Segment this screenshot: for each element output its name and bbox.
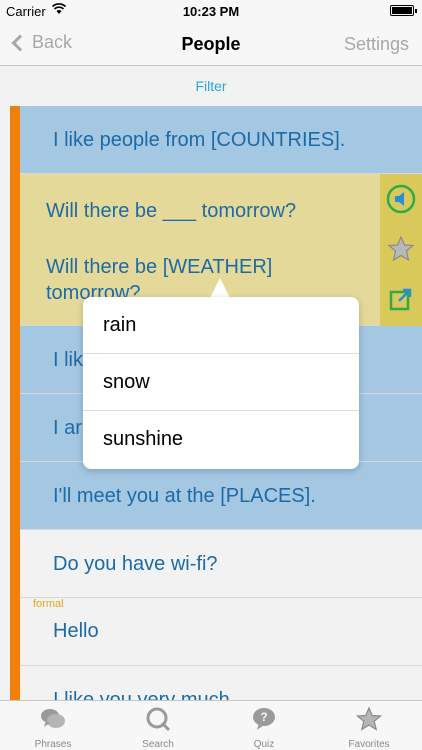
category-stripe — [10, 106, 20, 700]
tab-label: Favorites — [348, 739, 390, 750]
svg-text:?: ? — [260, 710, 267, 724]
status-time: 10:23 PM — [182, 4, 240, 19]
phrase-text: I like you very much. — [53, 689, 236, 700]
phrase-row[interactable]: formal Hello — [20, 598, 422, 666]
weather-options-popover: rain snow sunshine — [83, 297, 359, 469]
phrase-row[interactable]: Do you have wi-fi? — [20, 530, 422, 598]
favorite-button[interactable] — [386, 234, 416, 264]
formality-tag: formal — [33, 598, 64, 610]
tab-label: Search — [142, 739, 174, 750]
tab-bar: Phrases Search ? Quiz Favorites — [0, 700, 422, 750]
share-icon — [389, 288, 412, 311]
speaker-button[interactable] — [386, 184, 416, 214]
tab-label: Phrases — [34, 739, 72, 750]
tab-quiz[interactable]: ? Quiz — [211, 701, 317, 750]
phrase-text: Hello — [53, 620, 99, 642]
popover-option-snow[interactable]: snow — [83, 354, 359, 411]
search-icon — [146, 707, 171, 732]
settings-button[interactable]: Settings — [344, 34, 409, 55]
phrase-text: I like people from [COUNTRIES]. — [53, 129, 346, 151]
star-icon — [356, 706, 382, 731]
status-bar: Carrier 10:23 PM — [0, 0, 422, 22]
filter-button[interactable]: Filter — [195, 78, 226, 94]
tab-search[interactable]: Search — [105, 701, 211, 750]
tab-label: Quiz — [253, 739, 275, 750]
phrase-row[interactable]: I like you very much. — [20, 666, 422, 700]
speaker-icon — [386, 184, 416, 214]
phrase-text: I lik — [53, 349, 83, 371]
phrase-text: Will there be ___ tomorrow? — [46, 200, 297, 222]
tab-phrases[interactable]: Phrases — [0, 701, 106, 750]
tab-favorites[interactable]: Favorites — [316, 701, 422, 750]
popover-option-rain[interactable]: rain — [83, 297, 359, 354]
navigation-bar: Back People Settings — [0, 22, 422, 66]
phrase-row[interactable]: I like people from [COUNTRIES]. — [20, 106, 422, 174]
phrase-text: I'll meet you at the [PLACES]. — [53, 485, 316, 507]
phrase-text: Do you have wi-fi? — [53, 553, 218, 575]
popover-arrow — [210, 278, 230, 298]
star-icon — [387, 235, 415, 262]
speech-bubbles-icon — [41, 709, 65, 728]
question-bubble-icon: ? — [253, 708, 275, 730]
popover-option-sunshine[interactable]: sunshine — [83, 411, 359, 468]
phrase-text: I ar — [53, 417, 82, 439]
filter-bar: Filter — [0, 67, 422, 106]
phrase-actions — [380, 174, 422, 326]
battery-icon — [390, 5, 417, 16]
phrase-row[interactable]: I'll meet you at the [PLACES]. — [20, 462, 422, 530]
share-button[interactable] — [386, 284, 416, 314]
